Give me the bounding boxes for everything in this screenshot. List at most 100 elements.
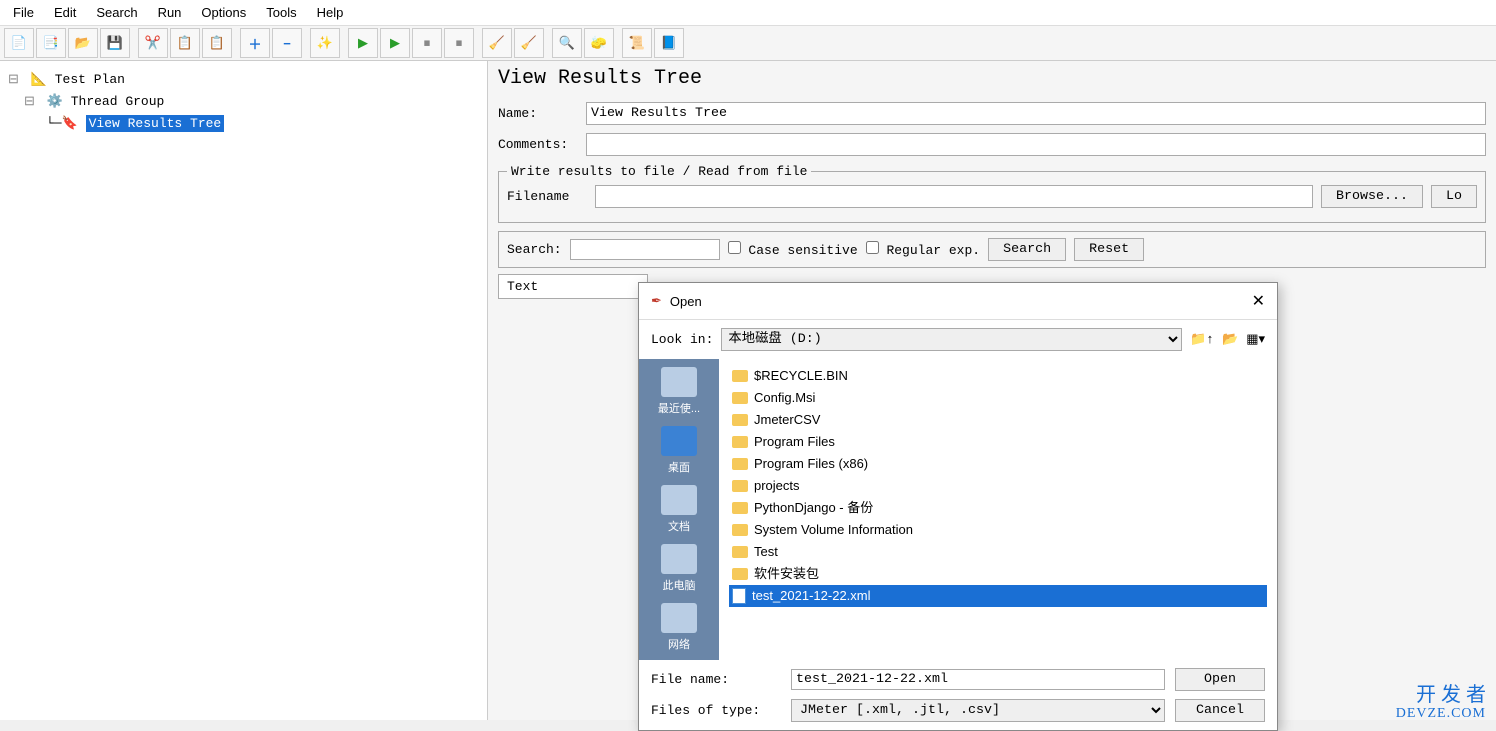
- filename-input[interactable]: [595, 185, 1313, 208]
- folder-item[interactable]: 软件安装包: [729, 563, 1267, 585]
- lookin-select[interactable]: 本地磁盘 (D:): [721, 328, 1182, 351]
- up-folder-icon[interactable]: 📁↑: [1190, 332, 1214, 347]
- folder-icon: [732, 414, 748, 426]
- reset-button[interactable]: Reset: [1074, 238, 1144, 261]
- file-name: 软件安装包: [754, 564, 819, 584]
- watermark: 开 发 者 DEVZE.COM: [1396, 684, 1486, 721]
- template-icon[interactable]: 📑: [36, 28, 66, 58]
- place-desktop[interactable]: 桌面: [661, 426, 697, 475]
- clear-icon[interactable]: 🧹: [482, 28, 512, 58]
- place-documents[interactable]: 文档: [661, 485, 697, 534]
- file-name: $RECYCLE.BIN: [754, 366, 848, 386]
- file-name: test_2021-12-22.xml: [752, 586, 871, 606]
- folder-icon: [732, 546, 748, 558]
- tree-view-results[interactable]: └─🔖 View Results Tree: [46, 113, 479, 135]
- copy-icon[interactable]: 📋: [170, 28, 200, 58]
- file-name: System Volume Information: [754, 520, 913, 540]
- add-icon[interactable]: ＋: [240, 28, 270, 58]
- file-item[interactable]: test_2021-12-22.xml: [729, 585, 1267, 607]
- tree-test-plan[interactable]: ⊟ 📐 Test Plan: [8, 69, 479, 91]
- menu-tools[interactable]: Tools: [258, 3, 304, 22]
- tree-thread-group[interactable]: ⊟ ⚙️ Thread Group: [24, 91, 479, 113]
- help-icon[interactable]: 📘: [654, 28, 684, 58]
- renderer-select[interactable]: Text: [498, 274, 648, 299]
- function-helper-icon[interactable]: 📜: [622, 28, 652, 58]
- write-results-fieldset: Write results to file / Read from file F…: [498, 164, 1486, 223]
- collapse-icon[interactable]: ⊟: [24, 94, 35, 109]
- menu-options[interactable]: Options: [193, 3, 254, 22]
- shutdown-icon[interactable]: ⏹: [444, 28, 474, 58]
- place-network[interactable]: 网络: [661, 603, 697, 652]
- folder-item[interactable]: Test: [729, 541, 1267, 563]
- name-label: Name:: [498, 106, 578, 121]
- cancel-button[interactable]: Cancel: [1175, 699, 1265, 722]
- view-menu-icon[interactable]: ▦▾: [1246, 332, 1265, 347]
- open-icon[interactable]: 📂: [68, 28, 98, 58]
- folder-item[interactable]: Config.Msi: [729, 387, 1267, 409]
- cut-icon[interactable]: ✂️: [138, 28, 168, 58]
- folder-icon: [732, 524, 748, 536]
- folder-icon: [732, 458, 748, 470]
- folder-item[interactable]: Program Files (x86): [729, 453, 1267, 475]
- toolbar: 📄 📑 📂 💾 ✂️ 📋 📋 ＋ − ✨ ▶ ▶ ⏹ ⏹ 🧹 🧹 🔍 🧽 📜 📘: [0, 26, 1496, 61]
- dlg-filetype-select[interactable]: JMeter [.xml, .jtl, .csv]: [791, 699, 1165, 722]
- tree-panel: ⊟ 📐 Test Plan ⊟ ⚙️ Thread Group └─🔖 View…: [0, 61, 488, 720]
- search-input[interactable]: [570, 239, 720, 260]
- folder-icon: [732, 480, 748, 492]
- file-icon: [732, 588, 746, 604]
- new-icon[interactable]: 📄: [4, 28, 34, 58]
- file-name: Program Files: [754, 432, 835, 452]
- fieldset-legend: Write results to file / Read from file: [507, 164, 811, 179]
- comments-label: Comments:: [498, 137, 578, 152]
- folder-icon: [732, 568, 748, 580]
- comments-input[interactable]: [586, 133, 1486, 156]
- file-name: Program Files (x86): [754, 454, 868, 474]
- menu-file[interactable]: File: [5, 3, 42, 22]
- file-list[interactable]: $RECYCLE.BINConfig.MsiJmeterCSVProgram F…: [719, 359, 1277, 660]
- browse-button[interactable]: Browse...: [1321, 185, 1423, 208]
- folder-item[interactable]: $RECYCLE.BIN: [729, 365, 1267, 387]
- panel-title: View Results Tree: [498, 67, 1486, 90]
- folder-item[interactable]: JmeterCSV: [729, 409, 1267, 431]
- file-name: PythonDjango - 备份: [754, 498, 873, 518]
- folder-icon: [732, 436, 748, 448]
- save-icon[interactable]: 💾: [100, 28, 130, 58]
- open-file-dialog: ✒ Open ✕ Look in: 本地磁盘 (D:) 📁↑ 📂 ▦▾ 最近使.…: [638, 282, 1278, 731]
- place-recent[interactable]: 最近使...: [658, 367, 700, 416]
- place-thispc[interactable]: 此电脑: [661, 544, 697, 593]
- remove-icon[interactable]: −: [272, 28, 302, 58]
- regex-checkbox[interactable]: Regular exp.: [866, 241, 980, 258]
- open-button[interactable]: Open: [1175, 668, 1265, 691]
- folder-icon: [732, 392, 748, 404]
- menu-help[interactable]: Help: [309, 3, 352, 22]
- folder-item[interactable]: Program Files: [729, 431, 1267, 453]
- case-sensitive-checkbox[interactable]: Case sensitive: [728, 241, 858, 258]
- run-notimer-icon[interactable]: ▶: [380, 28, 410, 58]
- name-input[interactable]: [586, 102, 1486, 125]
- file-name: JmeterCSV: [754, 410, 820, 430]
- paste-icon[interactable]: 📋: [202, 28, 232, 58]
- folder-item[interactable]: projects: [729, 475, 1267, 497]
- run-icon[interactable]: ▶: [348, 28, 378, 58]
- clear-all-icon[interactable]: 🧹: [514, 28, 544, 58]
- file-name: Config.Msi: [754, 388, 815, 408]
- dlg-filetype-label: Files of type:: [651, 703, 781, 718]
- new-folder-icon[interactable]: 📂: [1222, 332, 1238, 347]
- search-button[interactable]: Search: [988, 238, 1066, 261]
- reset-search-icon[interactable]: 🧽: [584, 28, 614, 58]
- close-icon[interactable]: ✕: [1252, 291, 1265, 311]
- wand-icon[interactable]: ✨: [310, 28, 340, 58]
- menu-edit[interactable]: Edit: [46, 3, 84, 22]
- menu-run[interactable]: Run: [150, 3, 190, 22]
- menubar: File Edit Search Run Options Tools Help: [0, 0, 1496, 26]
- stop-icon[interactable]: ⏹: [412, 28, 442, 58]
- dialog-title: Open: [670, 294, 702, 309]
- log-button[interactable]: Lo: [1431, 185, 1477, 208]
- menu-search[interactable]: Search: [88, 3, 145, 22]
- folder-item[interactable]: PythonDjango - 备份: [729, 497, 1267, 519]
- folder-item[interactable]: System Volume Information: [729, 519, 1267, 541]
- collapse-icon[interactable]: ⊟: [8, 72, 19, 87]
- file-name: projects: [754, 476, 800, 496]
- search-icon[interactable]: 🔍: [552, 28, 582, 58]
- dlg-filename-input[interactable]: [791, 669, 1165, 690]
